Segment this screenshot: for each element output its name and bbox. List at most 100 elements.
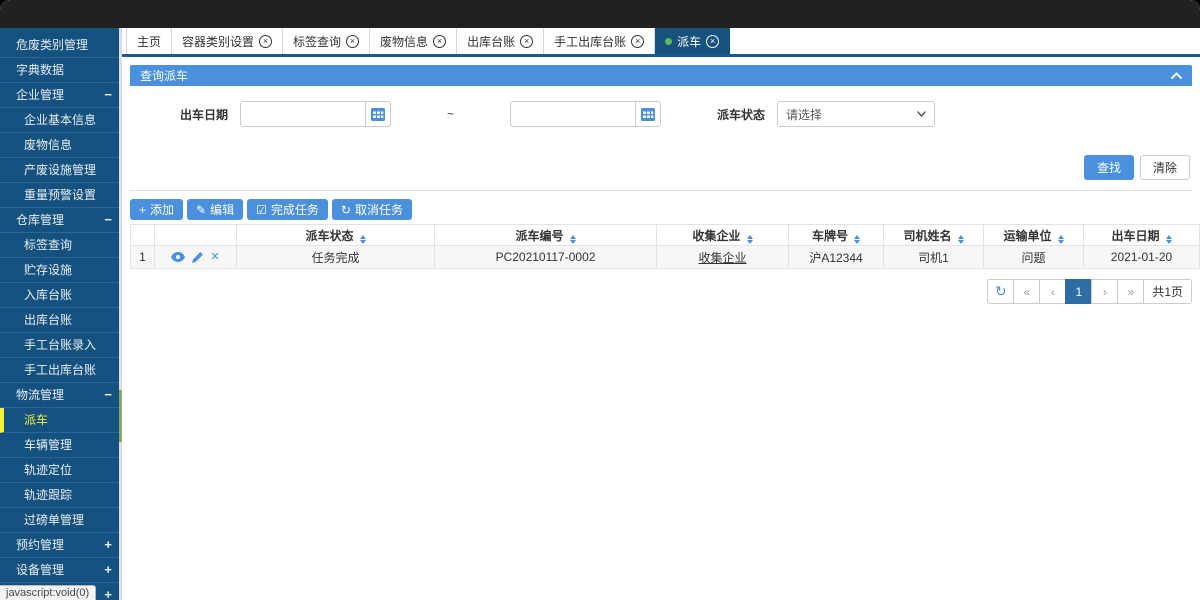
tab-container-category[interactable]: 容器类别设置 × <box>172 28 283 54</box>
col-label: 车牌号 <box>812 229 848 243</box>
sidebar-group-logistics[interactable]: 物流管理− <box>0 383 122 408</box>
sidebar-item-enterprise-info[interactable]: 企业基本信息 <box>0 108 122 133</box>
col-dispatch-number[interactable]: 派车编号 <box>435 225 657 246</box>
chevron-up-icon[interactable] <box>1171 72 1182 79</box>
main-content: 主页 容器类别设置 × 标签查询× 废物信息× 出库台账 × 手工出库台账 × 派车×… <box>122 28 1200 600</box>
sidebar-group-equipment[interactable]: 设备管理+ <box>0 558 122 583</box>
tab-waste-info[interactable]: 废物信息× <box>370 28 457 54</box>
cancel-task-button[interactable]: ↻取消任务 <box>332 199 412 220</box>
sidebar-item-waste-info[interactable]: 废物信息 <box>0 133 122 158</box>
actions-header <box>155 225 237 246</box>
tab-label-query[interactable]: 标签查询× <box>283 28 370 54</box>
prev-page-button[interactable]: ‹ <box>1039 279 1066 304</box>
sidebar-item-dispatch[interactable]: 派车 <box>0 408 122 433</box>
row-actions-cell: ✕ <box>155 246 237 269</box>
col-driver-name[interactable]: 司机姓名 <box>884 225 984 246</box>
search-button[interactable]: 查找 <box>1084 155 1134 180</box>
check-square-icon: ☑ <box>256 203 267 217</box>
sidebar-item-outbound-ledger[interactable]: 出库台账 <box>0 308 122 333</box>
last-page-button[interactable]: » <box>1117 279 1144 304</box>
col-label: 出车日期 <box>1111 229 1159 243</box>
sidebar-group-enterprise[interactable]: 企业管理− <box>0 83 122 108</box>
sidebar-item-track-location[interactable]: 轨迹定位 <box>0 458 122 483</box>
query-form-row: 出车日期 ~ 派车状态 请选择 <box>130 86 1192 133</box>
col-label: 派车编号 <box>515 229 563 243</box>
cell-driver-name: 司机1 <box>884 246 984 269</box>
dispatch-status-select[interactable]: 请选择 <box>777 101 935 127</box>
cell-collection-enterprise-link[interactable]: 收集企业 <box>657 246 789 269</box>
col-license-plate[interactable]: 车牌号 <box>789 225 884 246</box>
col-departure-date[interactable]: 出车日期 <box>1084 225 1200 246</box>
edit-button-label: 编辑 <box>210 201 234 218</box>
sidebar-item-manual-ledger-entry[interactable]: 手工台账录入 <box>0 333 122 358</box>
tab-outbound-ledger[interactable]: 出库台账 × <box>457 28 544 54</box>
date-range-separator: ~ <box>447 107 454 121</box>
date-field-label: 出车日期 <box>180 106 228 123</box>
sidebar-group-warehouse[interactable]: 仓库管理− <box>0 208 122 233</box>
cell-departure-date: 2021-01-20 <box>1084 246 1200 269</box>
first-page-button[interactable]: « <box>1013 279 1040 304</box>
tab-close-icon[interactable]: × <box>706 35 719 48</box>
status-field-label: 派车状态 <box>717 106 765 123</box>
expand-plus-icon: + <box>104 533 112 557</box>
tab-label: 手工出库台账 <box>554 33 626 50</box>
current-page-button[interactable]: 1 <box>1065 279 1092 304</box>
col-transport-unit[interactable]: 运输单位 <box>984 225 1084 246</box>
tab-bar: 主页 容器类别设置 × 标签查询× 废物信息× 出库台账 × 手工出库台账 × 派车× <box>122 28 1200 57</box>
sort-icon <box>958 235 964 244</box>
refresh-icon[interactable]: ↻ <box>987 279 1014 304</box>
table-header-row: 派车状态 派车编号 收集企业 车牌号 司机姓名 运输单位 出车日期 备注 <box>131 225 1200 246</box>
date-from-input[interactable] <box>240 101 366 127</box>
calendar-icon[interactable] <box>366 101 391 127</box>
sidebar-item-manual-outbound-ledger[interactable]: 手工出库台账 <box>0 358 122 383</box>
tab-manual-outbound-ledger[interactable]: 手工出库台账 × <box>544 28 655 54</box>
sidebar-scrollbar-thumb[interactable] <box>119 390 122 442</box>
sidebar-item-label-query[interactable]: 标签查询 <box>0 233 122 258</box>
view-eye-icon[interactable] <box>171 252 185 262</box>
tab-dispatch[interactable]: 派车× <box>655 28 730 54</box>
complete-task-button[interactable]: ☑完成任务 <box>247 199 328 220</box>
tab-close-icon[interactable]: × <box>259 35 272 48</box>
sidebar-group-label: 物流管理 <box>16 388 64 402</box>
edit-button[interactable]: ✎ 编辑 <box>187 199 243 220</box>
tab-close-icon[interactable]: × <box>433 35 446 48</box>
sidebar-scrollbar[interactable] <box>119 28 122 600</box>
tab-close-icon[interactable]: × <box>520 35 533 48</box>
tab-label: 出库台账 <box>467 33 515 50</box>
col-collection-enterprise[interactable]: 收集企业 <box>657 225 789 246</box>
cancel-task-label: 取消任务 <box>355 201 403 218</box>
clear-button[interactable]: 清除 <box>1140 155 1190 180</box>
edit-icon: ✎ <box>196 203 206 217</box>
sidebar-item-inbound-ledger[interactable]: 入库台账 <box>0 283 122 308</box>
sidebar-item-dictionary-data[interactable]: 字典数据 <box>0 58 122 83</box>
chevron-down-icon <box>917 111 926 117</box>
browser-top-bar <box>0 0 1200 28</box>
sort-icon <box>854 235 860 244</box>
expand-plus-icon: + <box>104 583 112 600</box>
calendar-icon[interactable] <box>636 101 661 127</box>
sidebar-item-waste-facility[interactable]: 产废设施管理 <box>0 158 122 183</box>
sidebar-group-reservation[interactable]: 预约管理+ <box>0 533 122 558</box>
delete-x-icon[interactable]: ✕ <box>210 252 219 263</box>
date-to-input[interactable] <box>510 101 636 127</box>
pagination: ↻ « ‹ 1 › » 共1页 <box>130 279 1192 304</box>
tab-home[interactable]: 主页 <box>126 28 172 54</box>
edit-pencil-icon[interactable] <box>192 252 203 263</box>
sidebar-item-weight-warning[interactable]: 重量预警设置 <box>0 183 122 208</box>
sidebar-item-storage-facility[interactable]: 贮存设施 <box>0 258 122 283</box>
sidebar-item-track-tracing[interactable]: 轨迹跟踪 <box>0 483 122 508</box>
table-row[interactable]: 1 ✕ 任务完成 PC20210117-0002 收集企业 <box>131 246 1200 269</box>
col-label: 司机姓名 <box>903 229 951 243</box>
next-page-button[interactable]: › <box>1091 279 1118 304</box>
plus-icon: + <box>139 203 146 217</box>
sidebar-item-weighbridge[interactable]: 过磅单管理 <box>0 508 122 533</box>
cell-dispatch-status: 任务完成 <box>237 246 435 269</box>
tab-close-icon[interactable]: × <box>631 35 644 48</box>
tab-close-icon[interactable]: × <box>346 35 359 48</box>
sidebar-item-hazwaste-category[interactable]: 危废类别管理 <box>0 33 122 58</box>
sidebar-item-vehicle-management[interactable]: 车辆管理 <box>0 433 122 458</box>
table-toolbar: +添加 ✎ 编辑 ☑完成任务 ↻取消任务 <box>130 199 1192 220</box>
tab-label: 容器类别设置 <box>182 33 254 50</box>
col-dispatch-status[interactable]: 派车状态 <box>237 225 435 246</box>
add-button[interactable]: +添加 <box>130 199 183 220</box>
